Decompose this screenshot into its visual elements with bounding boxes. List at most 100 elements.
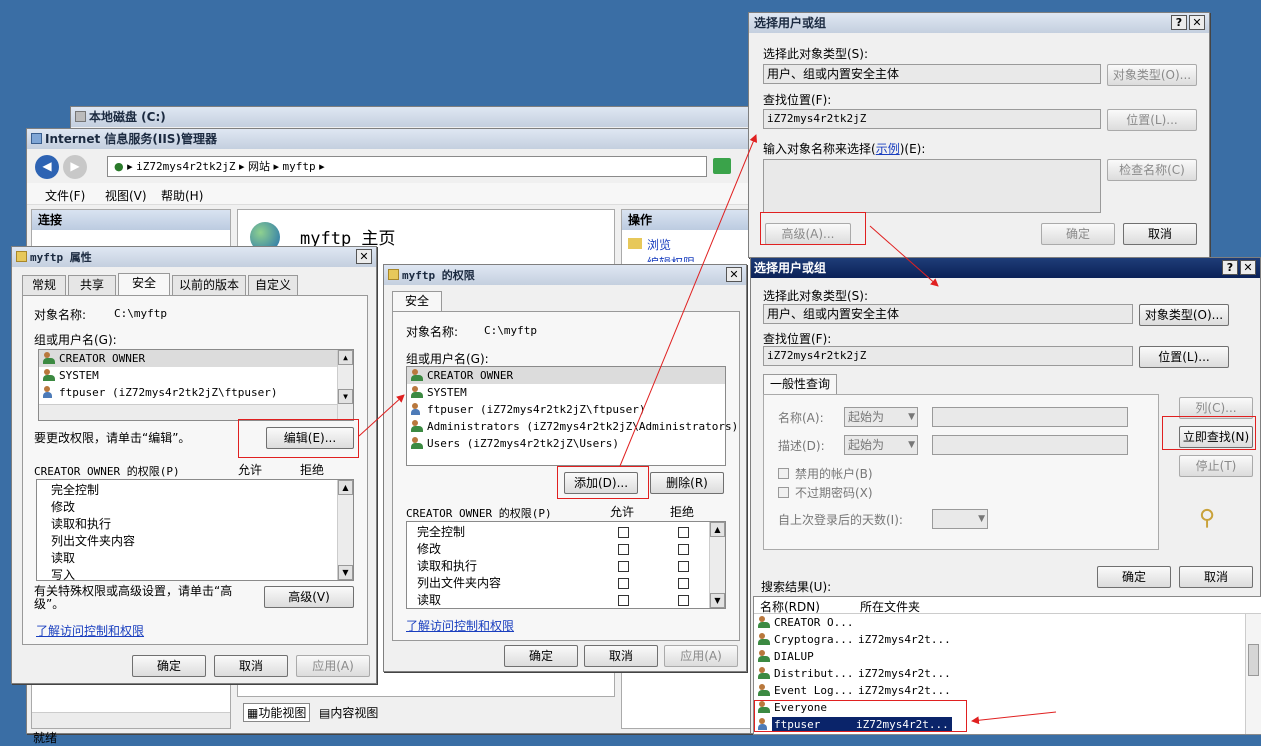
- ok-button[interactable]: 确定: [132, 655, 206, 677]
- find-now-button[interactable]: 立即查找(N): [1179, 426, 1253, 448]
- help-icon[interactable]: ?: [1171, 15, 1187, 30]
- desc-match-select[interactable]: 起始为 ▼: [844, 435, 918, 455]
- allow-checkbox[interactable]: [618, 527, 629, 538]
- users-hscrollbar[interactable]: [39, 404, 337, 420]
- list-item[interactable]: CREATOR OWNER: [39, 350, 353, 367]
- cancel-button[interactable]: 取消: [1123, 223, 1197, 245]
- advanced-button[interactable]: 高级(A)...: [765, 223, 851, 245]
- name-query-input[interactable]: [932, 407, 1128, 427]
- ok-button[interactable]: 确定: [1041, 223, 1115, 245]
- table-row[interactable]: CREATOR O...: [754, 614, 1261, 631]
- list-item[interactable]: SYSTEM: [39, 367, 353, 384]
- advanced-titlebar[interactable]: 选择用户或组? ✕: [751, 258, 1260, 278]
- add-button[interactable]: 添加(D)...: [564, 472, 638, 494]
- menu-view[interactable]: 视图(V): [105, 187, 147, 204]
- table-row[interactable]: Cryptogra... iZ72mys4r2t...: [754, 631, 1261, 648]
- allow-checkbox[interactable]: [618, 561, 629, 572]
- table-row[interactable]: DIALUP: [754, 648, 1261, 665]
- content-view-tab[interactable]: ▤内容视图: [319, 704, 378, 721]
- remove-button[interactable]: 删除(R): [650, 472, 724, 494]
- list-item[interactable]: CREATOR OWNER: [407, 367, 725, 384]
- object-types-button[interactable]: 对象类型(O)...: [1139, 304, 1229, 326]
- non-expiring-checkbox[interactable]: [778, 487, 789, 498]
- deny-checkbox[interactable]: [678, 561, 689, 572]
- object-types-button[interactable]: 对象类型(O)...: [1107, 64, 1197, 86]
- breadcrumb-sites[interactable]: 网站: [248, 160, 270, 173]
- learn-link[interactable]: 了解访问控制和权限: [406, 617, 514, 634]
- tab-security[interactable]: 安全: [118, 273, 170, 295]
- users-list[interactable]: CREATOR OWNER SYSTEM ftpuser (iZ72mys4r2…: [406, 366, 738, 466]
- refresh-icon[interactable]: [713, 158, 731, 174]
- object-name-input[interactable]: [763, 159, 1101, 213]
- list-item[interactable]: Users (iZ72mys4r2tk2jZ\Users): [407, 435, 725, 452]
- columns-button[interactable]: 列(C)...: [1179, 397, 1253, 419]
- tab-previous-versions[interactable]: 以前的版本: [172, 275, 246, 295]
- tab-customize[interactable]: 自定义: [248, 275, 298, 295]
- results-list[interactable]: 名称(RDN) 所在文件夹 CREATOR O... Cryptogra... i…: [753, 596, 1261, 735]
- permissions-titlebar[interactable]: myftp 的权限 ✕: [384, 265, 746, 285]
- learn-link[interactable]: 了解访问控制和权限: [36, 622, 144, 639]
- properties-titlebar[interactable]: myftp 属性 ✕: [12, 247, 376, 267]
- table-row-selected[interactable]: ftpuser iZ72mys4r2t...: [754, 716, 1261, 733]
- allow-checkbox[interactable]: [618, 544, 629, 555]
- deny-checkbox[interactable]: [678, 595, 689, 606]
- select-users-titlebar[interactable]: 选择用户或组? ✕: [749, 13, 1209, 33]
- list-item[interactable]: ftpuser (iZ72mys4r2tk2jZ\ftpuser): [407, 401, 725, 418]
- deny-checkbox[interactable]: [678, 578, 689, 589]
- col-folder[interactable]: 所在文件夹: [860, 598, 920, 615]
- nav-back-button[interactable]: ◀: [35, 155, 59, 179]
- close-icon[interactable]: ✕: [356, 249, 372, 264]
- non-expiring-option[interactable]: 不过期密码(X): [778, 484, 873, 501]
- tab-security[interactable]: 安全: [392, 291, 442, 313]
- deny-checkbox[interactable]: [678, 544, 689, 555]
- cancel-button[interactable]: 取消: [1179, 566, 1253, 588]
- list-item[interactable]: SYSTEM: [407, 384, 725, 401]
- col-name[interactable]: 名称(RDN): [760, 598, 820, 615]
- menu-help[interactable]: 帮助(H): [161, 187, 203, 204]
- locations-button[interactable]: 位置(L)...: [1107, 109, 1197, 131]
- nav-forward-button[interactable]: ▶: [63, 155, 87, 179]
- cancel-button[interactable]: 取消: [214, 655, 288, 677]
- disabled-accounts-option[interactable]: 禁用的帐户(B): [778, 465, 873, 482]
- users-vscrollbar[interactable]: ▲ ▼: [337, 350, 353, 420]
- tab-general[interactable]: 常规: [22, 275, 66, 295]
- deny-checkbox[interactable]: [678, 527, 689, 538]
- perm-list[interactable]: 完全控制 修改 读取和执行 列出文件夹内容 读取 写入 ▲ ▼: [36, 479, 354, 582]
- close-icon[interactable]: ✕: [1189, 15, 1205, 30]
- connections-hscrollbar[interactable]: [32, 712, 230, 728]
- cancel-button[interactable]: 取消: [584, 645, 658, 667]
- edit-button[interactable]: 编辑(E)...: [266, 427, 354, 449]
- close-icon[interactable]: ✕: [726, 267, 742, 282]
- disabled-accounts-checkbox[interactable]: [778, 468, 789, 479]
- ok-button[interactable]: 确定: [504, 645, 578, 667]
- allow-checkbox[interactable]: [618, 578, 629, 589]
- local-disk-titlebar[interactable]: 本地磁盘 (C:): [71, 107, 759, 127]
- tab-sharing[interactable]: 共享: [68, 275, 116, 295]
- locations-button[interactable]: 位置(L)...: [1139, 346, 1229, 368]
- perm-list[interactable]: 完全控制 修改 读取和执行 列出文件夹内容 读取 ▲ ▼: [406, 521, 726, 609]
- help-icon[interactable]: ?: [1222, 260, 1238, 275]
- close-icon[interactable]: ✕: [1240, 260, 1256, 275]
- table-row[interactable]: Event Log... iZ72mys4r2t...: [754, 682, 1261, 699]
- advanced-button[interactable]: 高级(V): [264, 586, 354, 608]
- users-list[interactable]: CREATOR OWNER SYSTEM ftpuser (iZ72mys4r2…: [38, 349, 354, 421]
- results-vscrollbar[interactable]: [1245, 614, 1261, 734]
- action-browse[interactable]: 浏览: [628, 236, 671, 253]
- breadcrumb-server[interactable]: iZ72mys4r2tk2jZ: [136, 160, 235, 173]
- perm-vscrollbar[interactable]: ▲ ▼: [337, 480, 353, 580]
- tab-common-queries[interactable]: 一般性查询: [763, 374, 837, 396]
- features-view-tab[interactable]: ▦功能视图: [243, 703, 311, 722]
- iis-titlebar[interactable]: Internet 信息服务(IIS)管理器: [27, 129, 761, 149]
- allow-checkbox[interactable]: [618, 595, 629, 606]
- address-bar[interactable]: ● ▸ iZ72mys4r2tk2jZ ▸ 网站 ▸ myftp ▸: [107, 156, 707, 177]
- desc-query-input[interactable]: [932, 435, 1128, 455]
- apply-button[interactable]: 应用(A): [296, 655, 370, 677]
- table-row[interactable]: Everyone: [754, 699, 1261, 716]
- list-item[interactable]: ftpuser (iZ72mys4r2tk2jZ\ftpuser): [39, 384, 353, 401]
- days-select[interactable]: ▼: [932, 509, 988, 529]
- breadcrumb-site[interactable]: myftp: [283, 160, 316, 173]
- stop-button[interactable]: 停止(T): [1179, 455, 1253, 477]
- name-match-select[interactable]: 起始为 ▼: [844, 407, 918, 427]
- check-names-button[interactable]: 检查名称(C): [1107, 159, 1197, 181]
- ok-button[interactable]: 确定: [1097, 566, 1171, 588]
